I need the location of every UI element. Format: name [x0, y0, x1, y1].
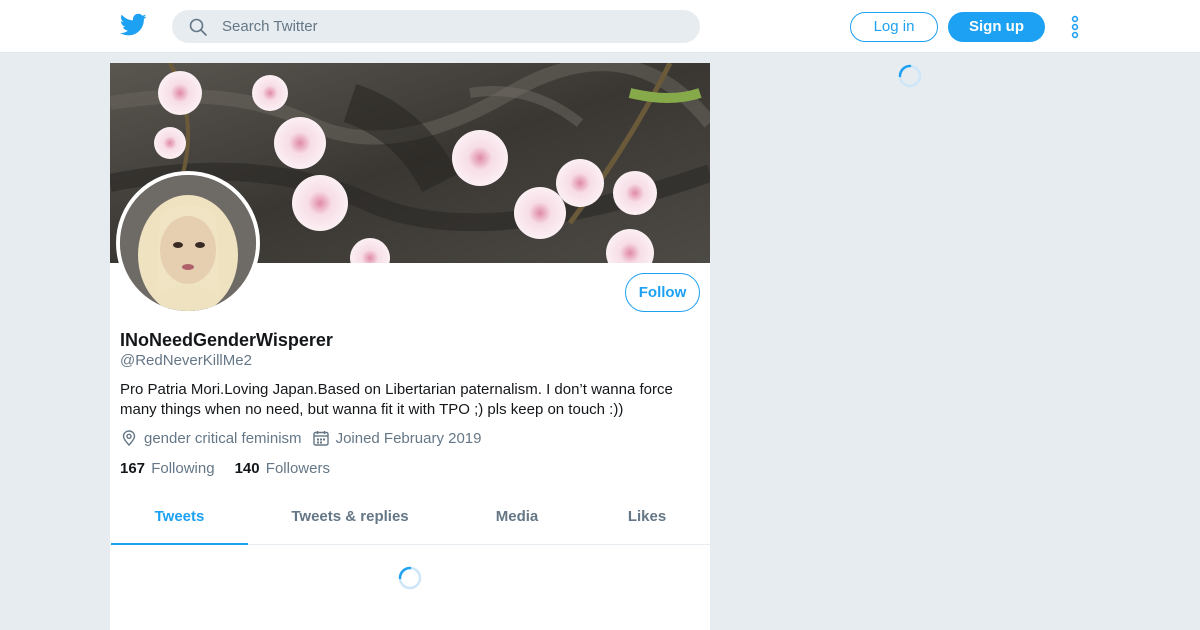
profile-meta: gender critical feminism Joined February…: [120, 429, 492, 447]
tab-likes[interactable]: Likes: [607, 500, 687, 545]
tab-tweets[interactable]: Tweets: [111, 500, 248, 545]
search-input[interactable]: [222, 18, 662, 35]
follow-button[interactable]: Follow: [625, 273, 700, 312]
profile-bio: Pro Patria Mori.Loving Japan.Based on Li…: [120, 381, 673, 418]
tab-tweets-replies[interactable]: Tweets & replies: [270, 500, 430, 545]
twitter-bird-icon[interactable]: [120, 13, 147, 37]
profile-location: gender critical feminism: [120, 429, 302, 447]
profile-tabs: Tweets Tweets & replies Media Likes: [110, 500, 710, 545]
more-vertical-icon[interactable]: [1066, 14, 1084, 40]
followers-label: Followers: [265, 460, 330, 477]
location-pin-icon: [122, 430, 136, 446]
following-label: Following: [151, 460, 215, 477]
followers-count: 140: [234, 460, 260, 477]
login-button[interactable]: Log in: [850, 12, 938, 42]
followers-stat[interactable]: 140 Followers: [235, 460, 330, 477]
profile-joined: Joined February 2019: [312, 429, 482, 447]
loading-spinner-icon: [898, 64, 922, 88]
tab-media[interactable]: Media: [477, 500, 557, 545]
profile-handle: @RedNeverKillMe2: [120, 352, 252, 369]
top-bar: Log in Sign up: [0, 0, 1200, 53]
search-bar[interactable]: [172, 10, 700, 43]
search-icon: [189, 18, 207, 36]
following-stat[interactable]: 167 Following: [120, 460, 215, 477]
profile-stats: 167 Following 140 Followers: [120, 460, 350, 477]
following-count: 167: [120, 460, 146, 477]
signup-button[interactable]: Sign up: [948, 12, 1045, 42]
calendar-icon: [312, 431, 329, 446]
timeline-loading-spinner-icon: [398, 566, 422, 590]
location-text: gender critical feminism: [144, 429, 302, 447]
joined-text: Joined February 2019: [335, 429, 482, 447]
profile-avatar[interactable]: [116, 171, 260, 315]
profile-display-name: INoNeedGenderWisperer: [120, 330, 333, 350]
profile-card: Follow INoNeedGenderWisperer @RedNeverKi…: [110, 63, 710, 630]
